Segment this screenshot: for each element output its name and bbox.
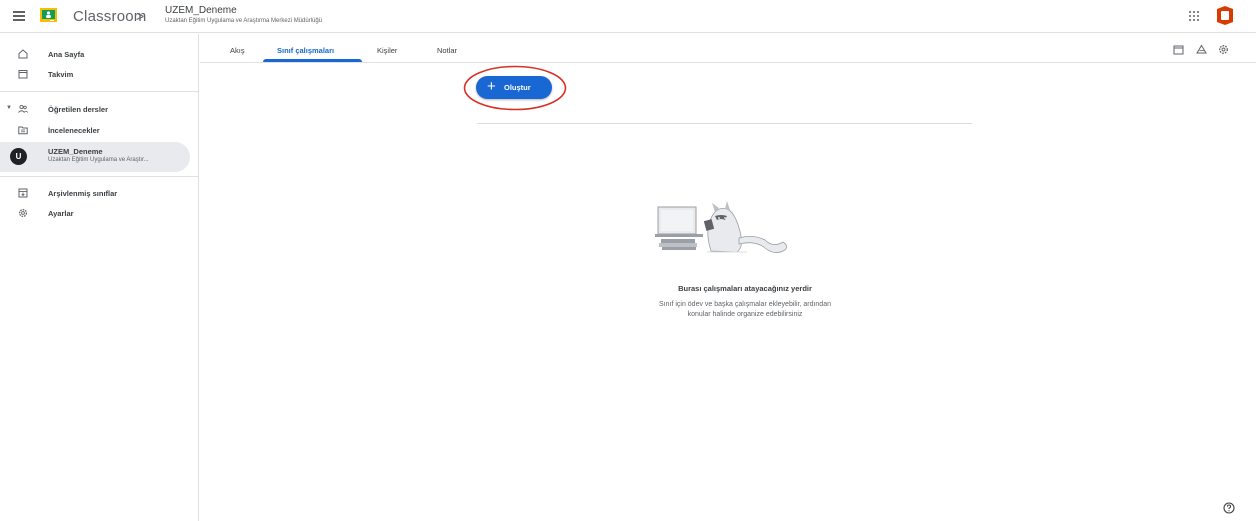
sidebar-item-calendar[interactable]: Takvim bbox=[0, 65, 190, 83]
tab-classwork[interactable]: Sınıf çalışmaları bbox=[277, 46, 334, 55]
office-account-avatar[interactable] bbox=[1215, 5, 1235, 26]
sidebar-item-archived[interactable]: Arşivlenmiş sınıflar bbox=[0, 184, 190, 202]
sidebar-divider bbox=[0, 91, 199, 92]
settings-gear-icon[interactable] bbox=[1218, 44, 1229, 55]
empty-state-desc-line: Sınıf için ödev ve başka çalışmalar ekle… bbox=[659, 301, 831, 308]
empty-state-description: Sınıf için ödev ve başka çalışmalar ekle… bbox=[560, 300, 930, 320]
home-icon bbox=[18, 49, 28, 59]
page-title[interactable]: UZEM_Deneme bbox=[165, 5, 237, 16]
content-divider bbox=[477, 123, 972, 124]
sidebar-item-label: Arşivlenmiş sınıflar bbox=[48, 189, 118, 198]
course-name: UZEM_Deneme bbox=[48, 147, 103, 156]
course-avatar: U bbox=[10, 148, 27, 165]
help-icon[interactable] bbox=[1223, 502, 1235, 514]
tab-stream[interactable]: Akış bbox=[230, 46, 245, 55]
sidebar-item-to-review[interactable]: İncelenecekler bbox=[0, 121, 190, 139]
sidebar-item-teaching[interactable]: ▼ Öğretilen dersler bbox=[0, 100, 190, 118]
empty-state-illustration bbox=[655, 201, 787, 253]
sidebar-item-label: İncelenecekler bbox=[48, 126, 100, 135]
drive-folder-icon[interactable] bbox=[1196, 44, 1207, 55]
sidebar-divider bbox=[0, 176, 199, 177]
sidebar-item-home[interactable]: Ana Sayfa bbox=[0, 45, 190, 63]
tab-people[interactable]: Kişiler bbox=[377, 46, 397, 55]
expand-arrow-icon[interactable]: ▼ bbox=[6, 105, 12, 111]
page-subtitle: Uzaktan Eğitim Uygulama ve Araştırma Mer… bbox=[165, 18, 323, 24]
annotation-highlight-ellipse bbox=[463, 65, 567, 111]
empty-state-desc-line: konular halinde organize edebilirsiniz bbox=[687, 311, 803, 318]
main-menu-icon[interactable] bbox=[13, 11, 25, 21]
tab-grades[interactable]: Notlar bbox=[437, 46, 457, 55]
classroom-logo[interactable] bbox=[40, 6, 57, 22]
folder-icon bbox=[18, 126, 28, 135]
sidebar-item-label: Öğretilen dersler bbox=[48, 105, 109, 114]
sidebar-item-course[interactable]: U UZEM_Deneme Uzaktan Eğitim Uygulama ve… bbox=[0, 142, 190, 172]
archive-icon bbox=[18, 188, 28, 198]
course-subtitle: Uzaktan Eğitim Uygulama ve Araştır... bbox=[48, 157, 149, 163]
active-tab-indicator bbox=[263, 59, 362, 62]
sidebar-item-label: Ana Sayfa bbox=[48, 50, 85, 59]
calendar-icon[interactable] bbox=[1173, 44, 1184, 55]
top-app-bar: Classroom > UZEM_Deneme Uzaktan Eğitim U… bbox=[0, 0, 1256, 33]
sidebar: Ana Sayfa Takvim ▼ Öğretilen dersler İnc… bbox=[0, 34, 199, 521]
people-icon bbox=[18, 104, 28, 113]
calendar-icon bbox=[18, 70, 28, 79]
sidebar-item-label: Ayarlar bbox=[48, 209, 74, 218]
breadcrumb-chevron-icon: > bbox=[136, 8, 145, 24]
empty-state-title: Burası çalışmaları atayacağınız yerdir bbox=[678, 284, 812, 293]
sidebar-item-label: Takvim bbox=[48, 70, 74, 79]
sidebar-item-settings[interactable]: Ayarlar bbox=[0, 204, 190, 222]
gear-icon bbox=[18, 208, 28, 218]
course-tabs: Akış Sınıf çalışmaları Kişiler Notlar bbox=[200, 34, 1256, 63]
apps-grid-icon[interactable] bbox=[1189, 11, 1199, 21]
